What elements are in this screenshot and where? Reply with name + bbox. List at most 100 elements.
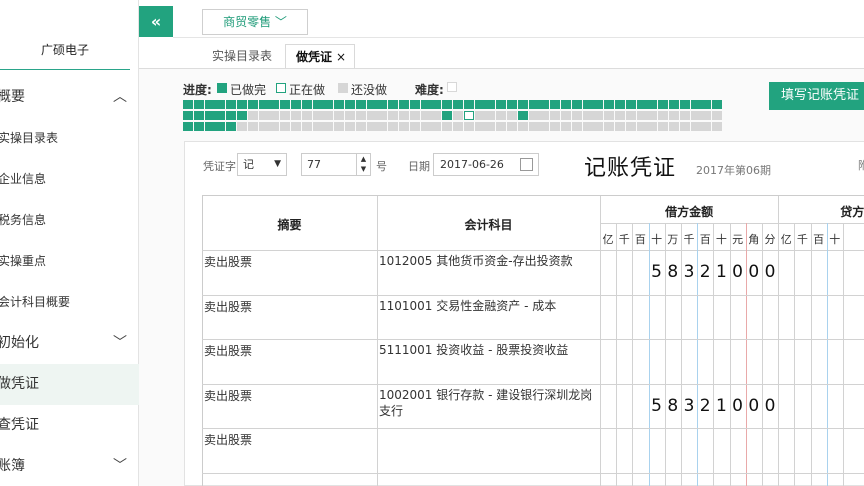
progress-cell[interactable] [485, 100, 496, 109]
progress-cell[interactable] [420, 122, 431, 131]
progress-cell[interactable] [669, 111, 679, 120]
progress-cell[interactable] [258, 122, 269, 131]
progress-cell[interactable] [701, 100, 712, 109]
progress-cell[interactable] [507, 100, 517, 109]
progress-cell[interactable] [377, 122, 388, 131]
progress-cell[interactable] [679, 100, 690, 109]
progress-cell[interactable] [334, 100, 345, 109]
calendar-icon[interactable] [520, 158, 533, 171]
progress-cell[interactable] [474, 111, 485, 120]
sidebar-item[interactable]: 概要 ︿ [0, 77, 139, 118]
progress-cell[interactable] [237, 122, 247, 131]
progress-cell[interactable] [496, 111, 507, 120]
progress-cell[interactable] [204, 111, 215, 120]
sidebar-item[interactable]: 做凭证 [0, 364, 139, 405]
progress-cell[interactable] [463, 111, 474, 120]
progress-cell[interactable] [388, 100, 399, 109]
progress-cell[interactable] [571, 100, 582, 109]
progress-cell[interactable] [312, 122, 323, 131]
progress-cell[interactable] [409, 122, 420, 131]
progress-cell[interactable] [193, 122, 204, 131]
progress-cell[interactable] [355, 111, 366, 120]
account-cell[interactable]: 1002001 银行存款 - 建设银行深圳龙岗支行 [379, 387, 599, 419]
progress-cell[interactable] [366, 111, 377, 120]
progress-cell[interactable] [625, 100, 636, 109]
progress-cell[interactable] [647, 122, 658, 131]
sidebar-item[interactable]: 查凭证 [0, 405, 139, 446]
sidebar-item[interactable]: 初始化 ﹀ [0, 323, 139, 364]
progress-cell[interactable] [388, 122, 399, 131]
sidebar-item[interactable]: 实操重点 [0, 241, 139, 282]
progress-cell[interactable] [507, 122, 517, 131]
progress-cell[interactable] [431, 111, 442, 120]
progress-cell[interactable] [323, 100, 334, 109]
summary-cell[interactable]: 卖出股票 [204, 253, 252, 270]
progress-cell[interactable] [453, 122, 463, 131]
progress-cell[interactable] [593, 111, 604, 120]
progress-cell[interactable] [247, 111, 258, 120]
progress-cell[interactable] [582, 111, 593, 120]
progress-cell[interactable] [409, 100, 420, 109]
progress-cell[interactable] [615, 111, 625, 120]
sidebar-item[interactable]: 企业信息 [0, 159, 139, 200]
progress-cell[interactable] [561, 111, 571, 120]
progress-cell[interactable] [280, 100, 291, 109]
progress-cell[interactable] [485, 122, 496, 131]
progress-cell[interactable] [636, 100, 647, 109]
progress-cell[interactable] [636, 111, 647, 120]
progress-cell[interactable] [604, 111, 615, 120]
progress-cell[interactable] [323, 111, 334, 120]
progress-cell[interactable] [701, 122, 712, 131]
progress-cell[interactable] [485, 111, 496, 120]
progress-cell[interactable] [539, 111, 550, 120]
progress-cell[interactable] [712, 100, 723, 109]
progress-cell[interactable] [215, 100, 226, 109]
progress-cell[interactable] [571, 122, 582, 131]
progress-cell[interactable] [604, 122, 615, 131]
progress-cell[interactable] [291, 100, 301, 109]
tab-catalog[interactable]: 实操目录表 [202, 44, 282, 68]
close-icon[interactable]: × [336, 45, 346, 69]
progress-cell[interactable] [215, 122, 226, 131]
progress-cell[interactable] [193, 100, 204, 109]
progress-cell[interactable] [690, 122, 701, 131]
progress-cell[interactable] [345, 122, 355, 131]
progress-cell[interactable] [517, 122, 528, 131]
summary-cell[interactable]: 卖出股票 [204, 387, 252, 404]
progress-cell[interactable] [615, 122, 625, 131]
progress-cell[interactable] [193, 111, 204, 120]
summary-cell[interactable]: 卖出股票 [204, 342, 252, 359]
sidebar-item[interactable]: 税务信息 [0, 200, 139, 241]
progress-cell[interactable] [517, 111, 528, 120]
progress-cell[interactable] [215, 111, 226, 120]
progress-cell[interactable] [247, 122, 258, 131]
progress-cell[interactable] [658, 111, 669, 120]
progress-cell[interactable] [420, 100, 431, 109]
progress-cell[interactable] [712, 122, 723, 131]
progress-cell[interactable] [237, 111, 247, 120]
summary-cell[interactable]: 卖出股票 [204, 298, 252, 315]
voucher-word-select[interactable]: 记 ▼ [237, 153, 287, 176]
progress-cell[interactable] [409, 111, 420, 120]
progress-cell[interactable] [582, 122, 593, 131]
progress-cell[interactable] [550, 122, 561, 131]
progress-cell[interactable] [442, 122, 453, 131]
progress-cell[interactable] [355, 122, 366, 131]
progress-cell[interactable] [334, 122, 345, 131]
spin-down-icon[interactable]: ▼ [357, 164, 370, 174]
account-cell[interactable]: 5111001 投资收益 - 股票投资收益 [379, 342, 599, 358]
progress-cell[interactable] [615, 100, 625, 109]
progress-cell[interactable] [237, 100, 247, 109]
progress-cell[interactable] [183, 122, 193, 131]
progress-cell[interactable] [226, 100, 237, 109]
progress-cell[interactable] [690, 111, 701, 120]
date-input[interactable]: 2017-06-26 [433, 153, 539, 176]
progress-cell[interactable] [679, 122, 690, 131]
progress-cell[interactable] [658, 122, 669, 131]
account-cell[interactable]: 1012005 其他货币资金-存出投资款 [379, 253, 599, 269]
progress-cell[interactable] [593, 100, 604, 109]
progress-cell[interactable] [420, 111, 431, 120]
progress-cell[interactable] [582, 100, 593, 109]
progress-cell[interactable] [669, 122, 679, 131]
progress-cell[interactable] [539, 100, 550, 109]
